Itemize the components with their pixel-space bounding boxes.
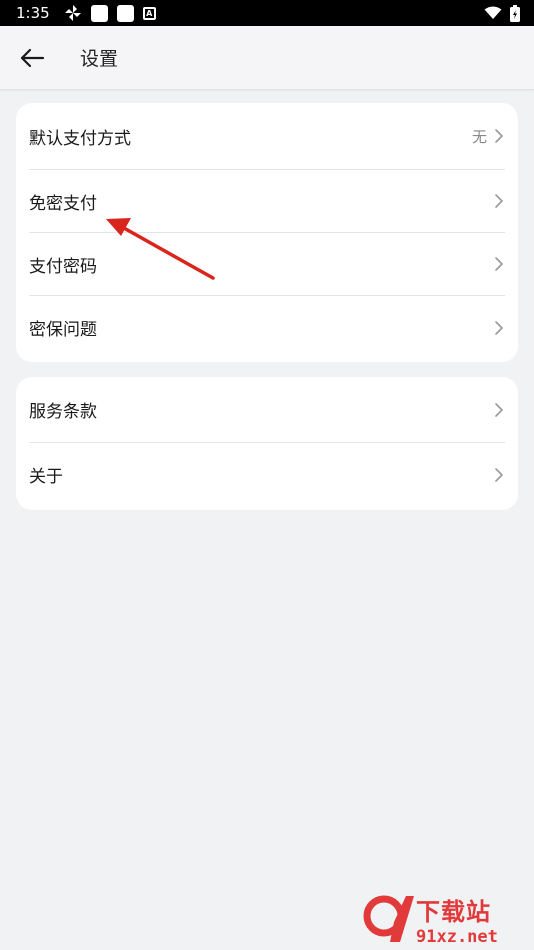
status-system-icons (484, 4, 520, 22)
notification-square-icon (90, 4, 108, 22)
watermark-logo-icon (363, 895, 414, 942)
pinwheel-icon (64, 5, 81, 21)
chevron-right-icon (495, 320, 503, 335)
settings-item-payment-password[interactable]: 支付密码 (29, 233, 505, 296)
chevron-right-icon (495, 129, 503, 143)
settings-group-payment: 默认支付方式 无 免密支付 支付密码 密保问题 (16, 103, 518, 362)
watermark: 下载站 91xz.net (358, 892, 528, 948)
settings-item-value: 无 (471, 127, 487, 146)
watermark-domain: 91xz.net (416, 927, 498, 947)
settings-item-password-free-payment[interactable]: 免密支付 (29, 170, 505, 233)
settings-item-default-payment[interactable]: 默认支付方式 无 (29, 103, 505, 170)
notification-square-icon (116, 4, 134, 22)
settings-item-label: 服务条款 (29, 402, 97, 422)
settings-item-terms-of-service[interactable]: 服务条款 (29, 377, 505, 443)
chevron-right-icon (495, 257, 503, 271)
settings-item-label: 默认支付方式 (29, 128, 131, 149)
status-notification-icons: A (64, 4, 156, 22)
watermark-brand: 下载站 (416, 898, 491, 926)
settings-item-security-question[interactable]: 密保问题 (29, 296, 505, 359)
settings-item-label: 关于 (29, 467, 63, 487)
settings-item-about[interactable]: 关于 (29, 443, 505, 506)
wifi-icon (484, 6, 502, 19)
settings-group-info: 服务条款 关于 (16, 377, 518, 510)
chevron-right-icon (495, 467, 503, 482)
chevron-right-icon (495, 194, 503, 208)
status-time: 1:35 (16, 4, 50, 22)
settings-item-label: 免密支付 (29, 193, 97, 214)
accessibility-a-icon: A (142, 6, 156, 20)
status-bar: 1:35 A (0, 0, 534, 26)
arrow-left-icon (20, 48, 45, 67)
page-title: 设置 (80, 48, 119, 70)
settings-item-label: 支付密码 (29, 256, 97, 277)
battery-icon (510, 4, 520, 22)
top-app-bar: 设置 (0, 26, 534, 90)
settings-item-label: 密保问题 (29, 320, 97, 340)
back-button[interactable] (17, 43, 47, 73)
chevron-right-icon (495, 402, 503, 417)
